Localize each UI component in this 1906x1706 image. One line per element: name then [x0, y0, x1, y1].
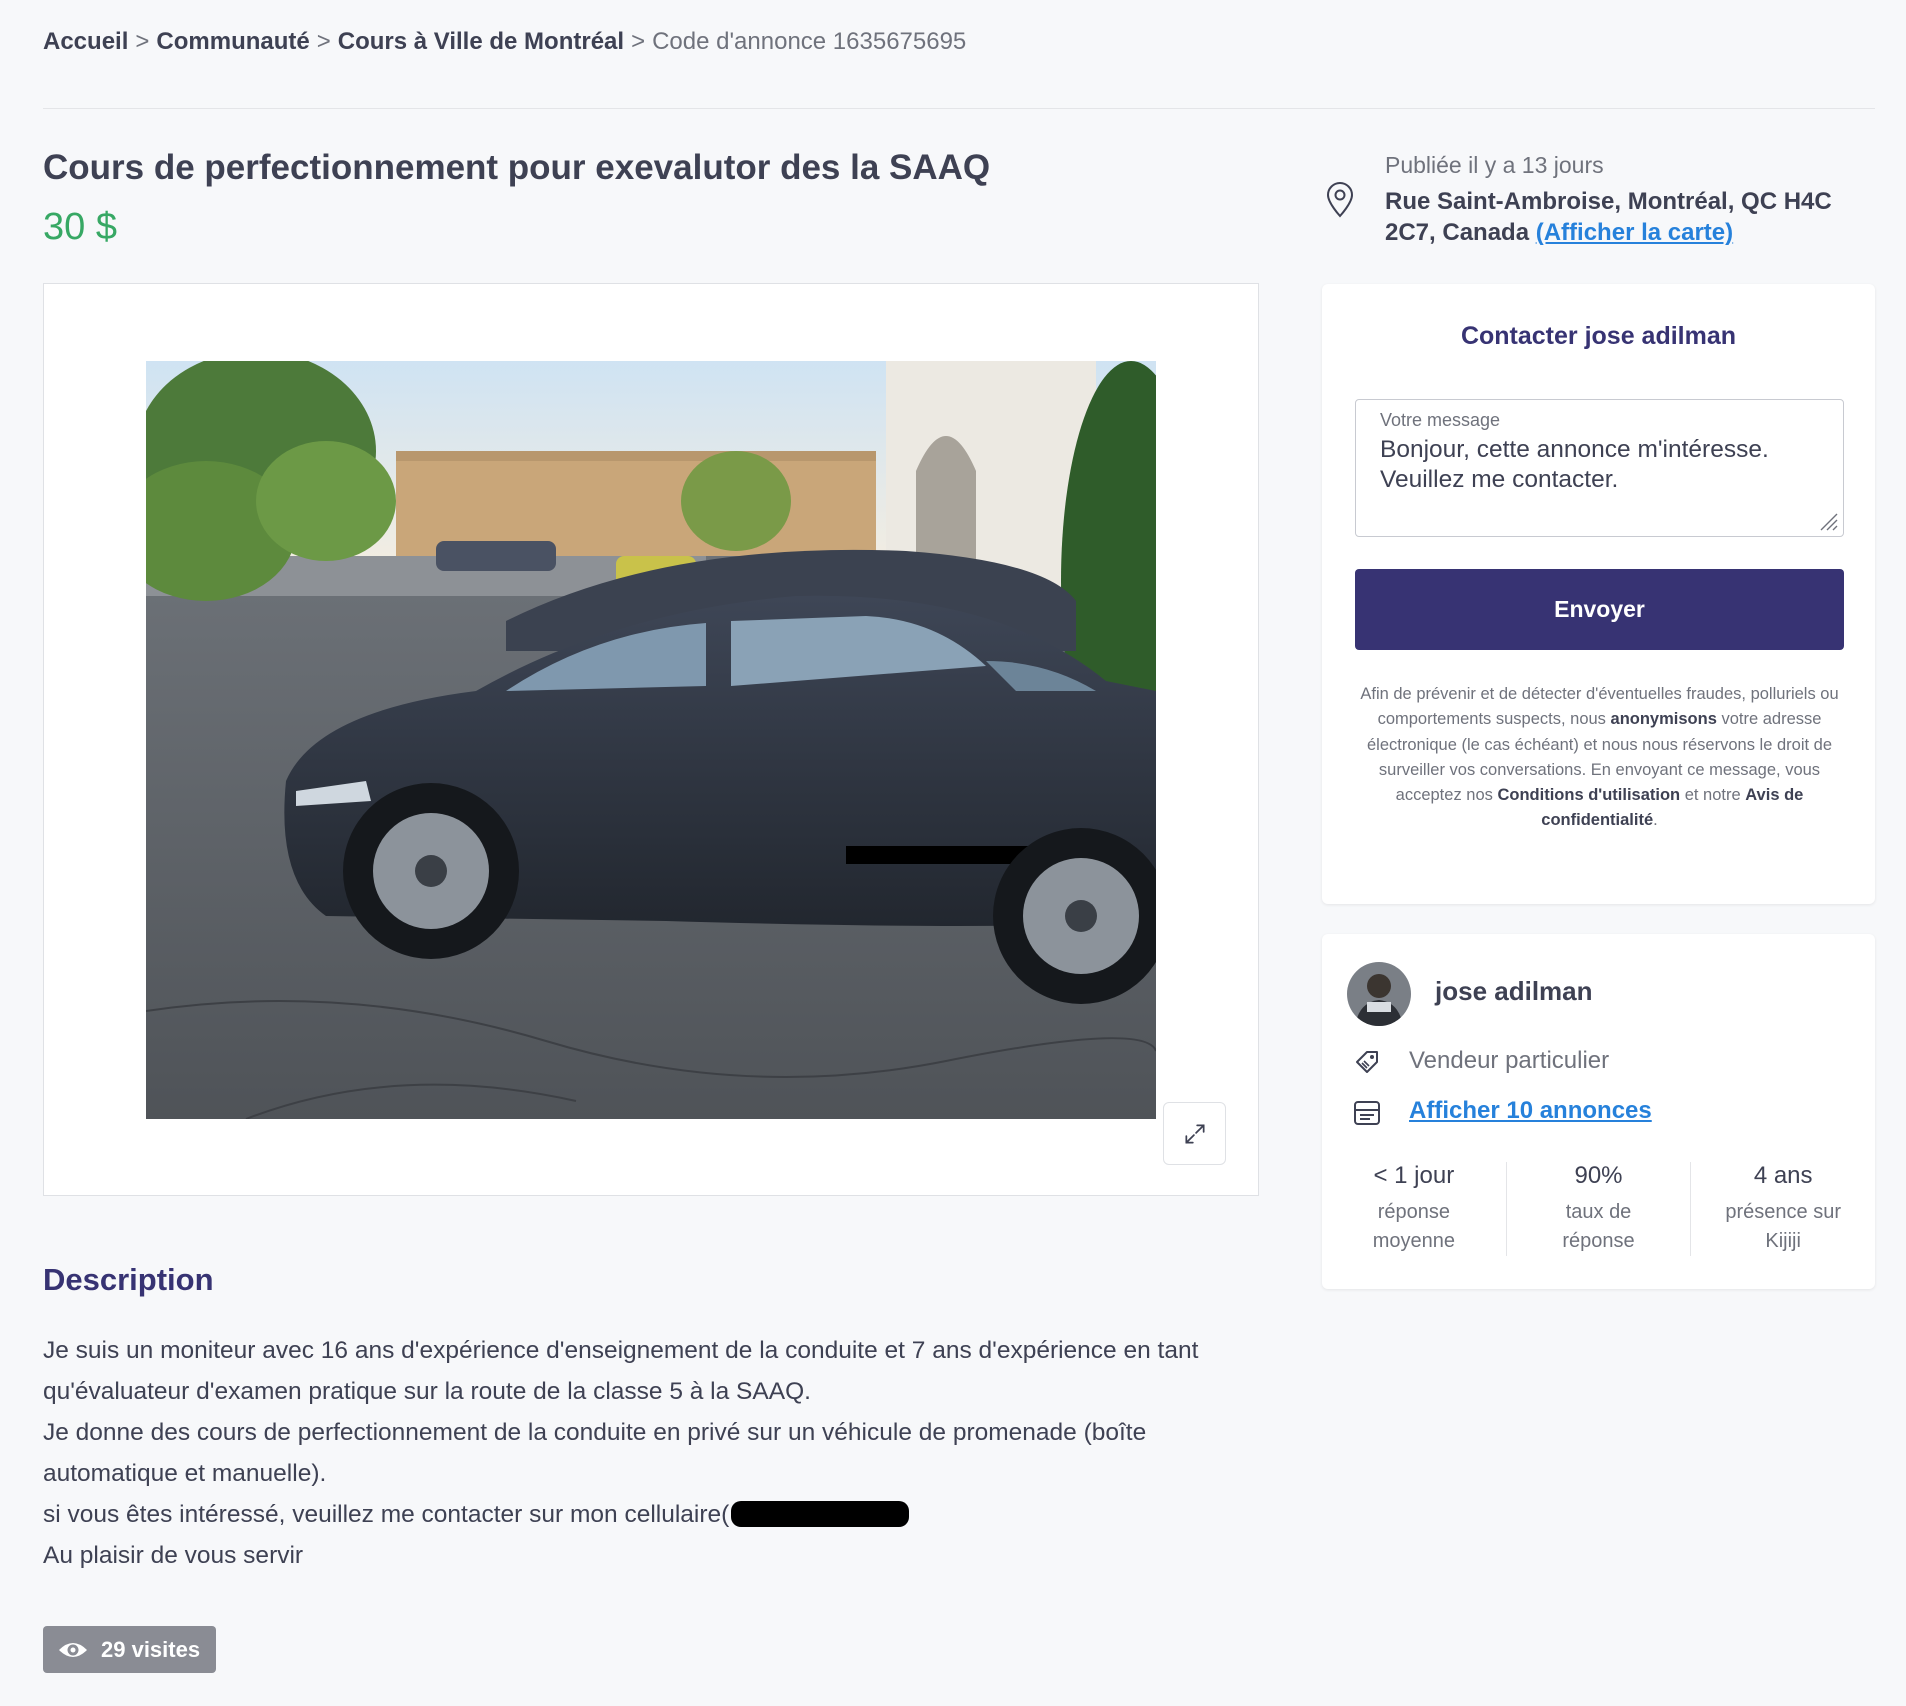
seller-stats: < 1 jour réponse moyenne 90% taux de rép…: [1322, 1162, 1875, 1256]
message-field[interactable]: Votre message Bonjour, cette annonce m'i…: [1355, 399, 1844, 537]
listing-price: 30 $: [43, 206, 117, 248]
tag-icon: [1356, 1051, 1378, 1073]
description-line: automatique et manuelle).: [43, 1460, 327, 1487]
description-line: Je donne des cours de perfectionnement d…: [43, 1419, 1147, 1446]
message-input[interactable]: Bonjour, cette annonce m'intéresse. Veui…: [1380, 435, 1819, 495]
breadcrumb: Accueil > Communauté > Cours à Ville de Mont…: [43, 28, 966, 56]
published-date: Publiée il y a 13 jours: [1385, 152, 1604, 178]
visits-badge: 29 visites: [43, 1626, 217, 1673]
stat-label: présence sur Kijiji: [1725, 1201, 1841, 1252]
image-gallery: [43, 283, 1259, 1196]
disclaimer-text: .: [1653, 811, 1658, 830]
contact-card: Contacter jose adilman Votre message Bon…: [1322, 284, 1875, 904]
visits-count: 29 visites: [101, 1636, 201, 1662]
breadcrumb-separator: >: [631, 28, 646, 55]
stat-value: 4 ans: [1753, 1162, 1813, 1189]
listing-address: Rue Saint-Ambroise, Montréal, QC H4C 2C7…: [1385, 186, 1855, 248]
stat-value: < 1 jour: [1373, 1162, 1455, 1189]
listing-photo[interactable]: [146, 361, 1156, 1119]
stat-member-since: 4 ans présence sur Kijiji: [1690, 1162, 1875, 1256]
stat-response-rate: 90% taux de réponse: [1505, 1162, 1691, 1256]
description-line: Au plaisir de vous servir: [43, 1542, 304, 1569]
resize-handle-icon[interactable]: [1817, 510, 1839, 532]
listing-title: Cours de perfectionnement pour exevaluto…: [43, 148, 991, 187]
map-pin-icon: [1326, 182, 1354, 218]
privacy-disclaimer: Afin de prévenir et de détecter d'éventu…: [1352, 682, 1847, 834]
disclaimer-text: et notre: [1680, 786, 1746, 805]
eye-icon: [59, 1642, 87, 1657]
breadcrumb-separator: >: [316, 28, 331, 55]
seller-type: Vendeur particulier: [1409, 1047, 1610, 1074]
expand-button[interactable]: [1163, 1102, 1226, 1165]
contact-title: Contacter jose adilman: [1460, 322, 1737, 350]
seller-ads-link[interactable]: Afficher 10 annonces: [1409, 1097, 1652, 1125]
listing-icon: [1354, 1101, 1380, 1125]
expand-icon: [1184, 1123, 1205, 1144]
redaction-mark: [731, 1501, 910, 1527]
description-line: Je suis un moniteur avec 16 ans d'expéri…: [43, 1337, 1199, 1364]
description-line: qu'évaluateur d'examen pratique sur la r…: [43, 1378, 811, 1405]
description-line: si vous êtes intéressé, veuillez me cont…: [43, 1501, 730, 1528]
terms-link[interactable]: Conditions d'utilisation: [1497, 786, 1680, 804]
disclaimer-bold: anonymisons: [1610, 710, 1717, 729]
description-body: Je suis un moniteur avec 16 ans d'expéri…: [43, 1330, 1263, 1576]
breadcrumb-home[interactable]: Accueil: [43, 28, 128, 55]
stat-value: 90%: [1574, 1162, 1623, 1189]
show-map-link[interactable]: (Afficher la carte): [1536, 219, 1733, 246]
stat-response-time: < 1 jour réponse moyenne: [1322, 1162, 1506, 1256]
breadcrumb-ad-code: Code d'annonce 1635675695: [652, 28, 967, 55]
stat-label: taux de réponse: [1562, 1201, 1635, 1252]
breadcrumb-separator: >: [135, 28, 150, 55]
stat-label: réponse moyenne: [1372, 1201, 1455, 1252]
seller-name[interactable]: jose adilman: [1435, 976, 1593, 1007]
breadcrumb-courses[interactable]: Cours à Ville de Montréal: [338, 28, 624, 55]
seller-card: jose adilman Vendeur particulier Affiche…: [1322, 934, 1875, 1289]
description-heading: Description: [43, 1262, 214, 1297]
avatar[interactable]: [1347, 962, 1411, 1026]
send-button[interactable]: Envoyer: [1355, 569, 1844, 650]
description-line-phone: si vous êtes intéressé, veuillez me cont…: [43, 1494, 1263, 1535]
breadcrumb-community[interactable]: Communauté: [156, 28, 309, 55]
divider: [43, 108, 1875, 109]
message-label: Votre message: [1380, 410, 1501, 430]
